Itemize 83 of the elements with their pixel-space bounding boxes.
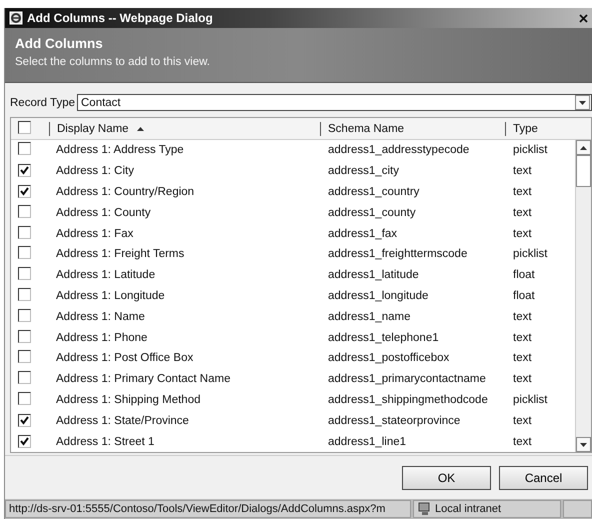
column-header[interactable]: Display Name (57, 122, 129, 135)
table-cell-text: text (512, 373, 533, 386)
table-cell-text: text (512, 310, 533, 323)
dialog-subtitle: Select the columns to add to this view. (15, 56, 211, 68)
scroll-thumb[interactable] (576, 155, 591, 188)
table-cell-text: Address 1: Post Office Box (55, 352, 194, 364)
table-cell-text: address1_county (327, 206, 417, 219)
checkbox[interactable] (18, 392, 31, 405)
table-cell-text: Address 1: Name (55, 310, 146, 323)
checkbox[interactable] (18, 330, 31, 343)
table-cell-text: Address 1: Street 1 (55, 436, 156, 448)
table-cell-text: Address 1: Longitude (55, 290, 166, 302)
table-cell-text: text (512, 352, 533, 364)
table-cell-text: address1_latitude (327, 269, 420, 282)
table-cell-text: Address 1: State/Province (55, 414, 190, 427)
table-cell-text: picklist (512, 248, 549, 260)
scroll-up-icon (580, 146, 587, 150)
table-cell-text: text (512, 436, 533, 448)
table-cell-text: float (512, 269, 536, 282)
checkbox[interactable] (18, 246, 31, 260)
table-cell-text: Address 1: Phone (55, 332, 148, 344)
column-header[interactable]: Schema Name (328, 122, 404, 135)
table-cell-text: Address 1: Fax (55, 228, 134, 240)
checkbox[interactable] (18, 414, 31, 427)
computer-icon (417, 502, 431, 516)
checkbox[interactable] (18, 308, 31, 322)
record-type-dropdown[interactable]: Contact (77, 94, 592, 111)
table-cell-text: text (512, 206, 533, 219)
table-cell-text: picklist (512, 394, 549, 406)
cancel-button[interactable]: Cancel (499, 466, 588, 490)
table-cell-text: address1_line1 (327, 436, 408, 448)
close-icon[interactable] (579, 14, 588, 22)
table-cell-text: picklist (512, 144, 549, 156)
scrollbar[interactable] (575, 140, 591, 452)
table-cell-text: Address 1: City (55, 165, 135, 178)
table-cell-text: address1_city (327, 165, 400, 178)
checkbox[interactable] (18, 267, 31, 280)
table-cell-text: address1_telephone1 (327, 332, 440, 344)
table-cell-text: Address 1: Primary Contact Name (55, 373, 232, 386)
status-url: http://ds-srv-01:5555/Contoso/Tools/ViewEditor/Dialogs/AddColumns.aspx?m (5, 500, 411, 518)
table-cell-text: Address 1: Freight Terms (55, 248, 186, 260)
table-cell-text: text (512, 332, 533, 344)
ok-button[interactable]: OK (402, 466, 491, 490)
checkbox[interactable] (18, 434, 31, 448)
table-cell-text: address1_country (327, 186, 420, 198)
browser-logo-icon (9, 11, 23, 25)
checkbox[interactable] (18, 204, 31, 218)
table-cell-text: address1_stateorprovince (327, 414, 462, 427)
scroll-down-icon (580, 442, 587, 446)
table-cell-text: address1_freighttermscode (327, 248, 468, 260)
table-cell-text: text (512, 165, 533, 178)
checkbox[interactable] (18, 142, 31, 156)
table-cell-text: address1_addresstypecode (327, 144, 470, 156)
checkbox[interactable] (18, 120, 31, 134)
table-cell-text: address1_postofficebox (327, 352, 450, 364)
table-cell-text: Address 1: Country/Region (55, 186, 196, 198)
checkbox[interactable] (18, 371, 31, 384)
window-title: Add Columns -- Webpage Dialog (27, 11, 214, 25)
table-cell-text: text (512, 186, 533, 198)
security-zone: Local intranet (413, 500, 561, 518)
table-cell-text: address1_fax (327, 228, 398, 240)
table-cell-text: float (512, 290, 536, 302)
checkbox[interactable] (18, 164, 31, 178)
table-cell-text: Address 1: Address Type (55, 144, 185, 156)
dialog-title: Add Columns (15, 36, 103, 51)
table-cell-text: text (512, 414, 533, 427)
checkbox[interactable] (18, 226, 31, 239)
table-cell-text: Address 1: Shipping Method (55, 394, 202, 406)
table-cell-text: address1_shippingmethodcode (327, 394, 489, 406)
column-header[interactable]: Type (513, 122, 538, 135)
checkbox[interactable] (18, 185, 31, 198)
table-cell-text: text (512, 228, 533, 240)
record-type-label: Record Type (10, 96, 75, 108)
checkbox[interactable] (18, 350, 31, 364)
table-cell-text: Address 1: Latitude (55, 269, 156, 282)
table-cell-text: address1_primarycontactname (327, 373, 487, 386)
sort-arrow-icon (136, 126, 144, 131)
table-cell-text: Address 1: County (55, 206, 152, 219)
status-panel (563, 500, 592, 518)
table-cell-text: address1_longitude (327, 290, 430, 302)
table-cell-text: address1_name (327, 310, 412, 323)
checkbox[interactable] (18, 288, 31, 302)
dropdown-arrow-icon (579, 100, 586, 104)
